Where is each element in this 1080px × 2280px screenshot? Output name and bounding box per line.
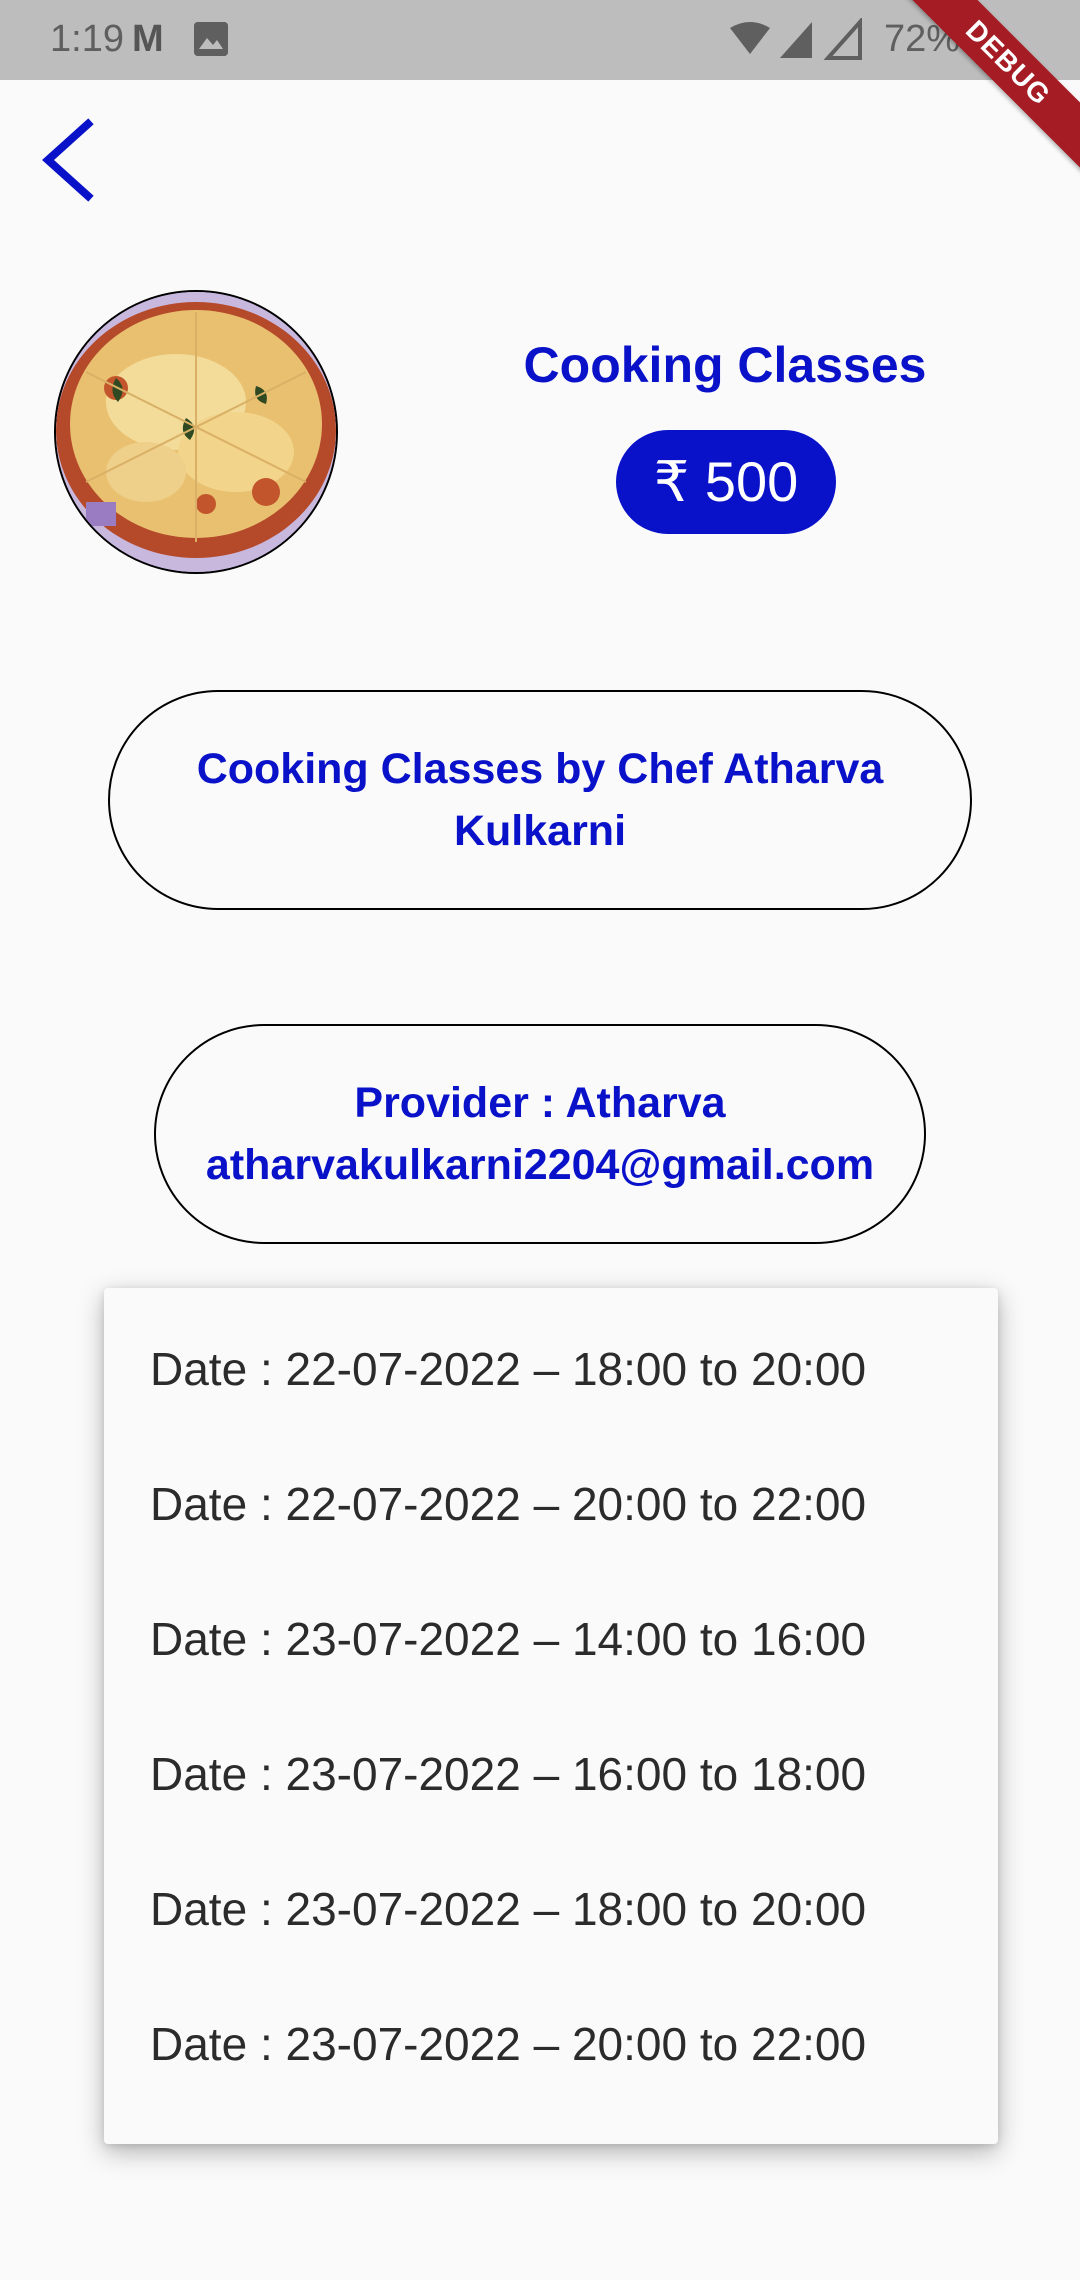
slot-dropdown-menu: Date : 22-07-2022 – 18:00 to 20:00 Date … xyxy=(104,1288,998,2144)
price-badge: ₹ 500 xyxy=(616,430,836,534)
provider-info: Provider : Atharva atharvakulkarni2204@g… xyxy=(206,1072,874,1196)
description-card: Cooking Classes by Chef Atharva Kulkarni xyxy=(108,690,972,910)
cell-signal-2-icon xyxy=(823,18,862,60)
course-image xyxy=(54,290,338,574)
wifi-icon xyxy=(730,22,770,54)
slot-menu-item[interactable]: Date : 23-07-2022 – 18:00 to 20:00 xyxy=(104,1841,998,1976)
slot-menu-item[interactable]: Date : 23-07-2022 – 16:00 to 18:00 xyxy=(104,1706,998,1841)
cell-signal-icon xyxy=(780,22,812,58)
status-time: 1:19 xyxy=(50,18,124,60)
pizza-image xyxy=(56,292,336,572)
slot-menu-item[interactable]: Date : 23-07-2022 – 20:00 to 22:00 xyxy=(104,1976,998,2111)
notification-m-icon: M xyxy=(132,18,164,60)
image-notification-icon xyxy=(194,22,228,56)
description-text: Cooking Classes by Chef Atharva Kulkarni xyxy=(196,745,884,855)
slot-menu-item[interactable]: Date : 22-07-2022 – 20:00 to 22:00 xyxy=(104,1436,998,1571)
back-button[interactable] xyxy=(30,110,110,210)
slot-menu-item[interactable]: Date : 22-07-2022 – 18:00 to 20:00 xyxy=(104,1301,998,1436)
provider-name: Provider : Atharva xyxy=(354,1079,726,1127)
provider-card: Provider : Atharva atharvakulkarni2204@g… xyxy=(154,1024,926,1244)
provider-email: atharvakulkarni2204@gmail.com xyxy=(205,1141,875,1189)
chevron-left-icon xyxy=(42,118,94,202)
page-title: Cooking Classes xyxy=(523,337,927,393)
slot-menu-item[interactable]: Date : 23-07-2022 – 14:00 to 16:00 xyxy=(104,1571,998,1706)
status-bar: 1:19 M 72% xyxy=(0,0,1080,80)
